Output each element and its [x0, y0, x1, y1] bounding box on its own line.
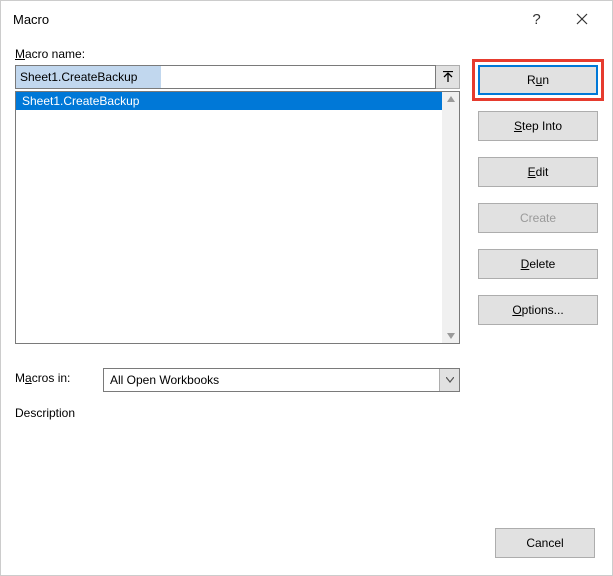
button-label: Step Into — [514, 119, 562, 133]
help-button[interactable]: ? — [514, 4, 559, 34]
options-button[interactable]: Options... — [478, 295, 598, 325]
button-label: Cancel — [526, 536, 563, 550]
step-into-button[interactable]: Step Into — [478, 111, 598, 141]
scroll-down-icon[interactable] — [447, 331, 455, 341]
create-button: Create — [478, 203, 598, 233]
button-label: Delete — [521, 257, 556, 271]
macro-name-label: Macro name: — [15, 47, 460, 61]
scrollbar[interactable] — [442, 92, 459, 343]
goto-arrow-icon — [442, 71, 454, 83]
titlebar: Macro ? — [1, 1, 612, 37]
close-icon — [576, 13, 588, 25]
delete-button[interactable]: Delete — [478, 249, 598, 279]
description-label: Description — [15, 406, 460, 420]
edit-button[interactable]: Edit — [478, 157, 598, 187]
goto-button[interactable] — [436, 65, 460, 89]
dropdown-button[interactable] — [439, 369, 459, 391]
button-label: Options... — [512, 303, 563, 317]
macros-in-label: Macros in: — [15, 371, 93, 385]
scroll-up-icon[interactable] — [447, 94, 455, 104]
cancel-button[interactable]: Cancel — [495, 528, 595, 558]
button-label: Edit — [528, 165, 549, 179]
button-label: Create — [520, 211, 556, 225]
dropdown-selected-text: All Open Workbooks — [104, 373, 439, 387]
macro-listbox[interactable]: Sheet1.CreateBackup — [15, 91, 460, 344]
macros-in-dropdown[interactable]: All Open Workbooks — [103, 368, 460, 392]
dialog-title: Macro — [13, 12, 49, 27]
close-button[interactable] — [559, 4, 604, 34]
run-highlight: Run — [472, 59, 604, 101]
macro-name-input[interactable] — [15, 65, 436, 89]
help-icon: ? — [532, 11, 540, 28]
chevron-down-icon — [446, 377, 454, 383]
button-label: Run — [527, 73, 549, 87]
list-item-label: Sheet1.CreateBackup — [22, 94, 139, 108]
run-button[interactable]: Run — [478, 65, 598, 95]
list-item[interactable]: Sheet1.CreateBackup — [16, 92, 442, 110]
